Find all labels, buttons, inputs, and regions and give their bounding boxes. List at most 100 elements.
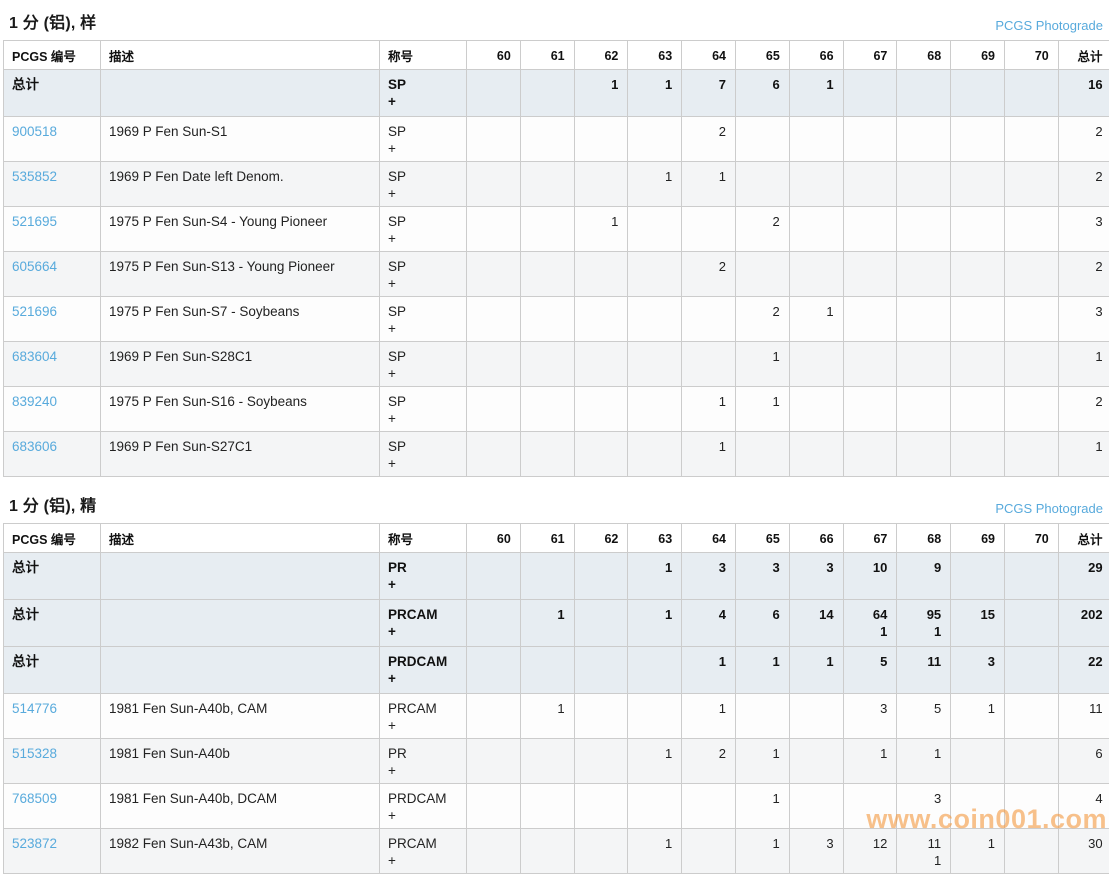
designation-cell: SP+	[380, 342, 467, 387]
plus-grade-count: 1	[852, 623, 888, 640]
grade-63-count-cell	[628, 387, 682, 432]
grade-65-count-cell: 2	[735, 207, 789, 252]
pcgs-number-cell: 总计	[4, 553, 101, 600]
pcgs-photograde-link[interactable]: PCGS Photograde	[995, 501, 1103, 516]
grade-65-count-cell: 2	[735, 297, 789, 342]
grade-63-count-cell: 1	[628, 829, 682, 874]
pcgs-number-cell: 535852	[4, 162, 101, 207]
grade-66-count-cell	[789, 784, 843, 829]
grade-62-count-cell	[574, 739, 628, 784]
coin-description: 1981 Fen Sun-A40b	[101, 739, 380, 784]
grade-64-count-cell	[682, 207, 736, 252]
grade-61-count-cell	[520, 162, 574, 207]
totals-row: 总计PRDCAM+111511322	[4, 647, 1109, 694]
table-row: 5238721982 Fen Sun-A43b, CAMPRCAM+113121…	[4, 829, 1109, 874]
pcgs-number-link[interactable]: 683606	[12, 439, 57, 454]
page-title: 1 分 (铝), 精	[9, 492, 96, 516]
pcgs-number-link[interactable]: 521695	[12, 214, 57, 229]
grade-68-count-cell: 1	[897, 739, 951, 784]
pcgs-number-link[interactable]: 521696	[12, 304, 57, 319]
designation-cell: SP+	[380, 70, 467, 117]
designation-plus-label: +	[388, 410, 458, 427]
grade-62-count-cell	[574, 694, 628, 739]
grade-62-count-cell	[574, 600, 628, 647]
grade-64-count-cell: 1	[682, 432, 736, 477]
designation-cell: PRCAM+	[380, 600, 467, 647]
pcgs-number-link[interactable]: 514776	[12, 701, 57, 716]
total-count-cell: 2	[1058, 117, 1109, 162]
designation-plus-label: +	[388, 623, 458, 640]
designation-label: SP	[388, 123, 458, 140]
grade-69-count-cell	[951, 553, 1005, 600]
pcgs-number-link[interactable]: 515328	[12, 746, 57, 761]
grade-count: 64	[852, 606, 888, 623]
pcgs-number-link[interactable]: 839240	[12, 394, 57, 409]
grade-62-count-cell	[574, 252, 628, 297]
designation-cell: SP+	[380, 297, 467, 342]
grade-70-count-cell	[1004, 432, 1058, 477]
grade-69-count-cell: 3	[951, 647, 1005, 694]
column-header-pcgs-number: PCGS 编号	[4, 524, 101, 553]
coin-description: 1969 P Fen Sun-S28C1	[101, 342, 380, 387]
grade-60-count-cell	[467, 784, 521, 829]
designation-plus-label: +	[388, 762, 458, 779]
pcgs-number-cell: 514776	[4, 694, 101, 739]
totals-label: 总计	[12, 607, 39, 622]
grade-69-count-cell	[951, 297, 1005, 342]
column-header-grade-67: 67	[843, 524, 897, 553]
pcgs-number-link[interactable]: 683604	[12, 349, 57, 364]
pcgs-number-link[interactable]: 605664	[12, 259, 57, 274]
grade-69-count-cell	[951, 342, 1005, 387]
grade-60-count-cell	[467, 694, 521, 739]
coin-description: 1975 P Fen Sun-S13 - Young Pioneer	[101, 252, 380, 297]
grade-60-count-cell	[467, 647, 521, 694]
grade-61-count-cell	[520, 784, 574, 829]
grade-61-count-cell	[520, 739, 574, 784]
grade-63-count-cell: 1	[628, 162, 682, 207]
table-row: 5216961975 P Fen Sun-S7 - SoybeansSP+213	[4, 297, 1109, 342]
designation-label: SP	[388, 393, 458, 410]
grade-66-count-cell	[789, 162, 843, 207]
designation-label: SP	[388, 303, 458, 320]
pcgs-number-cell: 683606	[4, 432, 101, 477]
grade-66-count-cell	[789, 694, 843, 739]
grade-67-count-cell	[843, 117, 897, 162]
designation-plus-label: +	[388, 576, 458, 593]
pcgs-photograde-link[interactable]: PCGS Photograde	[995, 18, 1103, 33]
grade-61-count-cell	[520, 647, 574, 694]
pcgs-number-cell: 515328	[4, 739, 101, 784]
grade-68-count-cell	[897, 387, 951, 432]
total-count-cell: 30	[1058, 829, 1109, 874]
grade-65-count-cell: 1	[735, 739, 789, 784]
designation-plus-label: +	[388, 185, 458, 202]
coin-description	[101, 647, 380, 694]
pcgs-number-link[interactable]: 535852	[12, 169, 57, 184]
total-count-cell: 4	[1058, 784, 1109, 829]
totals-row: 总计SP+1176116	[4, 70, 1109, 117]
grade-60-count-cell	[467, 829, 521, 874]
pcgs-number-link[interactable]: 768509	[12, 791, 57, 806]
column-header-grade-69: 69	[951, 41, 1005, 70]
pcgs-number-link[interactable]: 900518	[12, 124, 57, 139]
pcgs-number-link[interactable]: 523872	[12, 836, 57, 851]
coin-description: 1975 P Fen Sun-S16 - Soybeans	[101, 387, 380, 432]
grade-63-count-cell: 1	[628, 600, 682, 647]
grade-69-count-cell: 1	[951, 694, 1005, 739]
grade-60-count-cell	[467, 432, 521, 477]
grade-67-count-cell: 5	[843, 647, 897, 694]
grade-61-count-cell	[520, 553, 574, 600]
grade-66-count-cell: 1	[789, 70, 843, 117]
table-header-row: PCGS 编号描述称号6061626364656667686970总计	[4, 41, 1109, 70]
designation-plus-label: +	[388, 320, 458, 337]
designation-cell: SP+	[380, 117, 467, 162]
grade-61-count-cell: 1	[520, 694, 574, 739]
grade-63-count-cell	[628, 342, 682, 387]
coin-description: 1981 Fen Sun-A40b, DCAM	[101, 784, 380, 829]
grade-70-count-cell	[1004, 342, 1058, 387]
total-count-cell: 22	[1058, 647, 1109, 694]
table-row: 7685091981 Fen Sun-A40b, DCAMPRDCAM+134	[4, 784, 1109, 829]
grade-60-count-cell	[467, 252, 521, 297]
grade-66-count-cell	[789, 739, 843, 784]
grade-62-count-cell: 1	[574, 70, 628, 117]
grade-70-count-cell	[1004, 297, 1058, 342]
